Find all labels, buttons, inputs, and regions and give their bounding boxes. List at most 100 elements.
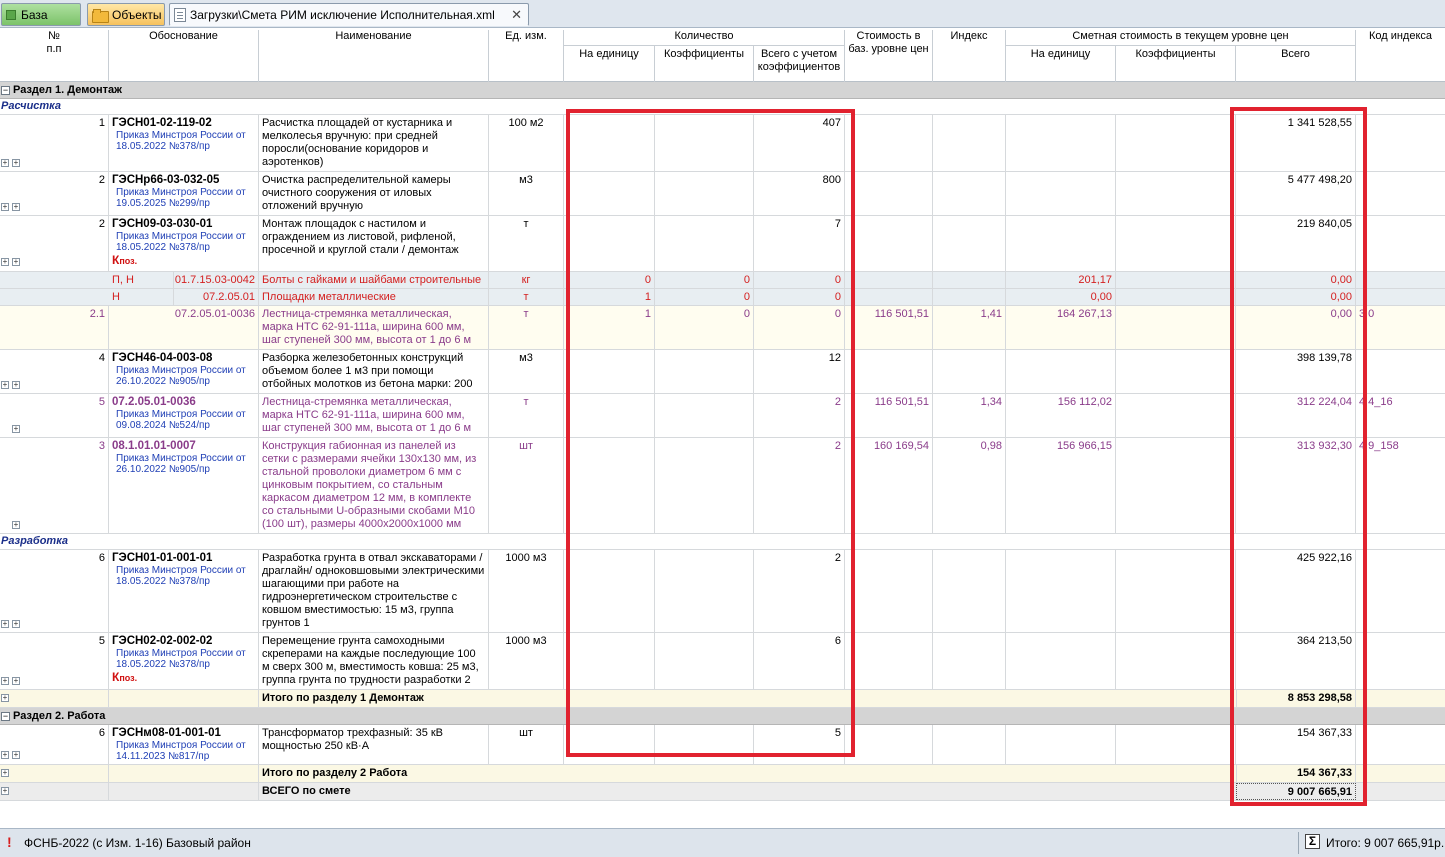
cell-qty-coef: 0: [655, 289, 754, 305]
table-row[interactable]: 5 + + ГЭСН02-02-002-02 Приказ Минстроя Ро…: [0, 633, 1445, 690]
header-base-cost[interactable]: Стоимость в баз. уровне цен: [845, 30, 933, 82]
header-num[interactable]: № п.п: [0, 30, 109, 82]
table-row[interactable]: 3 + 08.1.01.01-0007 Приказ Минстроя Росс…: [0, 438, 1445, 534]
rate-code[interactable]: ГЭСН01-02-119-02: [112, 117, 212, 129]
subsection-row[interactable]: Разработка: [0, 534, 1445, 550]
header-name[interactable]: Наименование: [259, 30, 489, 82]
material-row[interactable]: 2.1 07.2.05.01-0036 Лестница-стремянка м…: [0, 306, 1445, 350]
tab-estimate-file[interactable]: Загрузки\Смета РИМ исключение Исполнител…: [169, 3, 529, 26]
rate-code[interactable]: ГЭСНр66-03-032-05: [112, 174, 219, 186]
cell-index-code: [1356, 115, 1445, 171]
expand-icon[interactable]: +: [1, 677, 9, 685]
tab-objects[interactable]: Объекты: [87, 3, 165, 26]
header-unit[interactable]: Ед. изм.: [489, 30, 564, 82]
grand-total-value[interactable]: 9 007 665,91: [1236, 783, 1356, 800]
cell-num: [0, 765, 109, 782]
cell-index: 1,34: [933, 394, 1006, 437]
table-row[interactable]: 2 + + ГЭСНр66-03-032-05 Приказ Минстроя Р…: [0, 172, 1445, 216]
table-row[interactable]: 6 + + ГЭСНм08-01-001-01 Приказ Минстроя Р…: [0, 725, 1445, 765]
warning-icon[interactable]: !: [7, 834, 12, 850]
cell-unit: м3: [489, 350, 564, 393]
norm-base-label[interactable]: ФСНБ-2022 (с Изм. 1-16): [24, 836, 163, 850]
expand-icon[interactable]: +: [12, 258, 20, 266]
cell-basis: [109, 690, 259, 707]
cell-index-code: [1356, 272, 1445, 288]
subsection-row[interactable]: Расчистка: [0, 99, 1445, 115]
expand-icon[interactable]: +: [1, 381, 9, 389]
section-total-row[interactable]: + Итого по разделу 1 Демонтаж 8 853 298,…: [0, 690, 1445, 708]
cell-cur-per: 164 267,13: [1006, 306, 1116, 349]
expand-icon[interactable]: +: [12, 425, 20, 433]
section-row[interactable]: − Раздел 2. Работа: [0, 708, 1445, 725]
expand-icon[interactable]: +: [12, 677, 20, 685]
cell-index-code: 4 9_158: [1359, 440, 1399, 452]
expand-icon[interactable]: +: [1, 203, 9, 211]
cell-cur-per: [1006, 550, 1116, 632]
header-current-cost[interactable]: Сметная стоимость в текущем уровне цен: [1006, 30, 1356, 45]
rate-code[interactable]: ГЭСНм08-01-001-01: [112, 727, 221, 739]
expand-icon[interactable]: +: [12, 381, 20, 389]
expand-icon[interactable]: +: [12, 203, 20, 211]
table-row[interactable]: 5 + 07.2.05.01-0036 Приказ Минстроя Росс…: [0, 394, 1445, 438]
expand-icon[interactable]: +: [1, 620, 9, 628]
region-label[interactable]: Базовый район: [166, 836, 251, 850]
collapse-icon[interactable]: −: [1, 86, 10, 95]
rate-code[interactable]: ГЭСН02-02-002-02: [112, 635, 212, 647]
coef-suffix: поз.: [119, 673, 138, 683]
expand-icon[interactable]: +: [12, 620, 20, 628]
expand-icon[interactable]: +: [12, 159, 20, 167]
rate-code[interactable]: ГЭСН01-01-001-01: [112, 552, 212, 564]
collapse-icon[interactable]: −: [1, 712, 10, 721]
close-tab-icon[interactable]: ✕: [511, 7, 522, 23]
cell-name: Расчистка площадей от кустарника и мелко…: [259, 115, 489, 171]
cell-base: [845, 350, 933, 393]
header-index-code[interactable]: Код индекса: [1356, 30, 1445, 82]
header-qty-per-unit[interactable]: На единицу: [564, 45, 655, 82]
expand-icon[interactable]: +: [1, 258, 9, 266]
cell-qty-per: [564, 633, 655, 689]
rate-code[interactable]: ГЭСН09-03-030-01: [112, 218, 212, 230]
expand-icon[interactable]: +: [12, 751, 20, 759]
cell-qty-coef: [655, 725, 754, 764]
estimate-grid[interactable]: № п.п Обоснование Наименование Ед. изм. …: [0, 28, 1445, 828]
rate-code[interactable]: ГЭСН46-04-003-08: [112, 352, 212, 364]
cell-base: [845, 115, 933, 171]
table-row[interactable]: 6 + + ГЭСН01-01-001-01 Приказ Минстроя Ро…: [0, 550, 1445, 633]
table-row[interactable]: 2 + + ГЭСН09-03-030-01 Приказ Минстроя Ро…: [0, 216, 1445, 272]
cell-qty-coef: 0: [655, 306, 754, 349]
cell-index-code: [1356, 216, 1445, 271]
section-total-row[interactable]: + Итого по разделу 2 Работа 154 367,33: [0, 765, 1445, 783]
grand-total-row[interactable]: + ВСЕГО по смете 9 007 665,91: [0, 783, 1445, 801]
rate-code[interactable]: 07.2.05.01-0036: [112, 396, 196, 408]
header-quantity[interactable]: Количество: [564, 30, 845, 45]
table-row[interactable]: 4 + + ГЭСН46-04-003-08 Приказ Минстроя Ро…: [0, 350, 1445, 394]
header-qty-coef[interactable]: Коэффициенты: [655, 45, 754, 82]
header-basis[interactable]: Обоснование: [109, 30, 259, 82]
expand-icon[interactable]: +: [12, 521, 20, 529]
sum-icon[interactable]: Σ: [1305, 834, 1320, 849]
header-cur-total[interactable]: Всего: [1236, 45, 1356, 82]
header-qty-total[interactable]: Всего с учетом коэффициентов: [754, 45, 845, 82]
cell-name: Очистка распределительной камеры очистно…: [259, 172, 489, 215]
header-cur-coef[interactable]: Коэффициенты: [1116, 45, 1236, 82]
cell-unit: т: [489, 289, 564, 305]
header-cur-per-unit[interactable]: На единицу: [1006, 45, 1116, 82]
cell-total: 425 922,16: [1236, 550, 1356, 632]
expand-icon[interactable]: +: [1, 751, 9, 759]
expand-icon[interactable]: +: [1, 159, 9, 167]
table-row[interactable]: 1 + + ГЭСН01-02-119-02 Приказ Минстроя Ро…: [0, 115, 1445, 172]
folder-icon: [92, 8, 109, 23]
section-row[interactable]: − Раздел 1. Демонтаж: [0, 82, 1445, 99]
resource-row[interactable]: Н 07.2.05.01 Площадки металлические т 1 …: [0, 289, 1445, 306]
rate-code[interactable]: 08.1.01.01-0007: [112, 440, 196, 452]
cell-qty-per: [564, 172, 655, 215]
cell-base: [845, 289, 933, 305]
cell-qty-per: [564, 350, 655, 393]
position-coef-marker[interactable]: Кпоз.: [112, 671, 255, 685]
coef-suffix: поз.: [119, 256, 138, 266]
cell-cur-coef: [1116, 306, 1236, 349]
position-coef-marker[interactable]: Кпоз.: [112, 254, 255, 268]
header-index[interactable]: Индекс: [933, 30, 1006, 82]
tab-base[interactable]: База: [1, 3, 81, 26]
resource-row[interactable]: П, Н 01.7.15.03-0042 Болты с гайками и ш…: [0, 272, 1445, 289]
